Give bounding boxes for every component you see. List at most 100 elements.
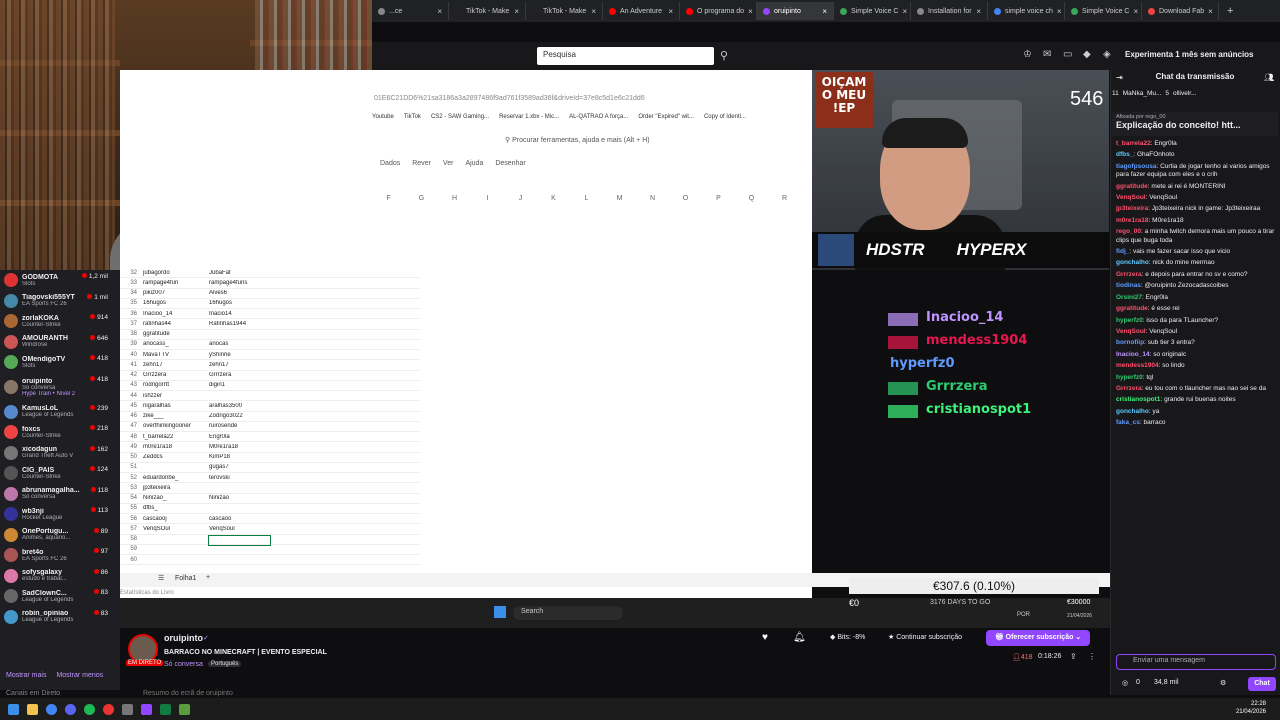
sidebar-channel[interactable]: OnePortugu... Animes, aquário... 89 bbox=[0, 525, 120, 546]
chat-users-icon[interactable]: 👥︎ bbox=[1264, 73, 1274, 82]
sidebar-channel[interactable]: bret4o EA Sports FC 26 97 bbox=[0, 545, 120, 566]
cell-b[interactable]: Alves6 bbox=[207, 290, 269, 296]
twitch-icon[interactable] bbox=[141, 703, 152, 715]
bookmark-link[interactable]: Youtube bbox=[372, 114, 394, 126]
cell-b[interactable]: Grrrzera bbox=[207, 372, 269, 378]
browser-tab[interactable]: TikTok - Make × bbox=[526, 2, 603, 20]
browser-tab[interactable]: TikTok - Make × bbox=[449, 2, 526, 20]
column-header[interactable]: M bbox=[603, 195, 636, 207]
chrome-icon[interactable] bbox=[46, 703, 57, 715]
chat-username[interactable]: hyperfz0 bbox=[1116, 317, 1143, 324]
row-number[interactable]: 50 bbox=[120, 454, 140, 460]
chat-username[interactable]: gonchalho bbox=[1116, 408, 1149, 415]
cell-b[interactable]: 16hugos bbox=[207, 300, 269, 306]
row-number[interactable]: 33 bbox=[120, 280, 140, 286]
sidebar-channel[interactable]: sofysgalaxy estudo e trabal... 86 bbox=[0, 566, 120, 587]
follow-heart-icon[interactable]: ♥ bbox=[762, 632, 768, 643]
sheet-tab-folha1[interactable]: Folha1 bbox=[175, 575, 196, 582]
sidebar-channel[interactable]: CIG_PAIS Counter-Strike 124 bbox=[0, 463, 120, 484]
bookmark-link[interactable]: CS2 - SAW Gaming... bbox=[431, 114, 489, 126]
close-icon[interactable]: × bbox=[822, 7, 827, 16]
row-number[interactable]: 52 bbox=[120, 475, 140, 481]
cell-b[interactable]: yShinne bbox=[207, 352, 269, 358]
close-icon[interactable]: × bbox=[668, 7, 673, 16]
notifications-icon[interactable]: ▭ bbox=[1063, 49, 1072, 60]
cell-a[interactable]: Zeddcs bbox=[140, 454, 207, 460]
cell-a[interactable]: Ninizao_ bbox=[140, 495, 207, 501]
row-number[interactable]: 41 bbox=[120, 362, 140, 368]
close-icon[interactable]: × bbox=[1208, 7, 1213, 16]
row-number[interactable]: 32 bbox=[120, 270, 140, 276]
chat-username[interactable]: bornofiip bbox=[1116, 339, 1144, 346]
row-number[interactable]: 55 bbox=[120, 505, 140, 511]
selected-cell[interactable] bbox=[208, 535, 271, 546]
browser-tab[interactable]: ...ce × bbox=[372, 2, 449, 20]
chat-username[interactable]: Grrrzera bbox=[1116, 271, 1142, 278]
row-number[interactable]: 39 bbox=[120, 341, 140, 347]
row-number[interactable]: 36 bbox=[120, 311, 140, 317]
browser-tab[interactable]: oruipinto × bbox=[757, 2, 834, 20]
browser-tab[interactable]: simple voice ch × bbox=[988, 2, 1065, 20]
chat-username[interactable]: ggratitude bbox=[1116, 183, 1148, 190]
cell-a[interactable]: t_barrela22 bbox=[140, 434, 207, 440]
notification-bell-icon[interactable]: 🔔︎ bbox=[793, 632, 806, 643]
prime-icon[interactable]: ◈ bbox=[1103, 49, 1111, 60]
chat-username[interactable]: rego_00 bbox=[1116, 228, 1141, 235]
sidebar-channel[interactable]: SadClownC... League of Legends 83 bbox=[0, 586, 120, 607]
search-icon[interactable]: ⚲ bbox=[715, 47, 733, 65]
cell-b[interactable]: Ninizao bbox=[207, 495, 269, 501]
cell-a[interactable]: nigaralhas bbox=[140, 403, 207, 409]
leaderboard-entry[interactable]: ollivelr... bbox=[1173, 90, 1196, 97]
row-number[interactable]: 44 bbox=[120, 393, 140, 399]
chat-username[interactable]: mendess1904 bbox=[1116, 362, 1159, 369]
cell-a[interactable]: jp3teixeira bbox=[140, 485, 207, 491]
sidebar-channel[interactable]: GODMOTA Slots 1,2 mil bbox=[0, 270, 120, 291]
cell-a[interactable]: Grrzzera bbox=[140, 372, 207, 378]
column-header[interactable]: F bbox=[372, 195, 405, 207]
new-tab-button[interactable]: + bbox=[1219, 5, 1241, 17]
close-icon[interactable]: × bbox=[976, 7, 981, 16]
cell-b[interactable]: M0re1ra18 bbox=[207, 444, 269, 450]
cell-b[interactable]: aralhas3500 bbox=[207, 403, 269, 409]
file-explorer-icon[interactable] bbox=[27, 703, 38, 715]
row-number[interactable]: 51 bbox=[120, 464, 140, 470]
sidebar-channel[interactable]: oruipinto Só conversa Hype Train • Nível 2… bbox=[0, 373, 120, 402]
cell-a[interactable]: pikiz007 bbox=[140, 290, 207, 296]
chat-username[interactable]: m0re1ra18 bbox=[1116, 217, 1149, 224]
cell-a[interactable]: ishzzer bbox=[140, 393, 207, 399]
column-header[interactable]: P bbox=[702, 195, 735, 207]
sidebar-channel[interactable]: robin_opiniao League of Legends 83 bbox=[0, 607, 120, 628]
row-number[interactable]: 58 bbox=[120, 536, 140, 542]
row-number[interactable]: 57 bbox=[120, 526, 140, 532]
bookmark-link[interactable]: Order "Expired" wit... bbox=[638, 114, 694, 126]
show-more-link[interactable]: Mostrar mais bbox=[6, 672, 46, 679]
column-header[interactable]: I bbox=[471, 195, 504, 207]
column-header[interactable]: G bbox=[405, 195, 438, 207]
cell-b[interactable]: terovski bbox=[207, 475, 269, 481]
stream-category[interactable]: Só conversa bbox=[164, 661, 203, 668]
bookmark-link[interactable]: Copy of Identi... bbox=[704, 114, 746, 126]
row-number[interactable]: 48 bbox=[120, 434, 140, 440]
menu-item[interactable]: Ajuda bbox=[465, 160, 483, 167]
bookmark-link[interactable]: Reservar 1.xbx - Mic... bbox=[499, 114, 559, 126]
start-icon[interactable] bbox=[8, 703, 19, 715]
cell-a[interactable]: rodrigorrtt bbox=[140, 382, 207, 388]
row-number[interactable]: 46 bbox=[120, 413, 140, 419]
row-number[interactable]: 45 bbox=[120, 403, 140, 409]
close-icon[interactable]: × bbox=[1133, 7, 1138, 16]
cell-b[interactable]: digin1 bbox=[207, 382, 269, 388]
column-header[interactable]: O bbox=[669, 195, 702, 207]
cell-a[interactable]: zehn17 bbox=[140, 362, 207, 368]
stream-language-tag[interactable]: Português bbox=[208, 661, 242, 667]
cell-a[interactable]: jubagordo bbox=[140, 270, 207, 276]
cell-a[interactable]: m0re1ra18 bbox=[140, 444, 207, 450]
row-number[interactable]: 35 bbox=[120, 300, 140, 306]
add-sheet-icon[interactable]: + bbox=[206, 574, 210, 581]
chat-username[interactable]: VenqSoul bbox=[1116, 194, 1146, 201]
column-header[interactable]: Q bbox=[735, 195, 768, 207]
spotify-icon[interactable] bbox=[84, 703, 95, 715]
sidebar-channel[interactable]: foxcs Counter-Strike 218 bbox=[0, 422, 120, 443]
browser-tab[interactable]: Installation for × bbox=[911, 2, 988, 20]
terminal-icon[interactable] bbox=[122, 703, 133, 715]
chat-settings-icon[interactable]: ⚙ bbox=[1220, 679, 1226, 687]
